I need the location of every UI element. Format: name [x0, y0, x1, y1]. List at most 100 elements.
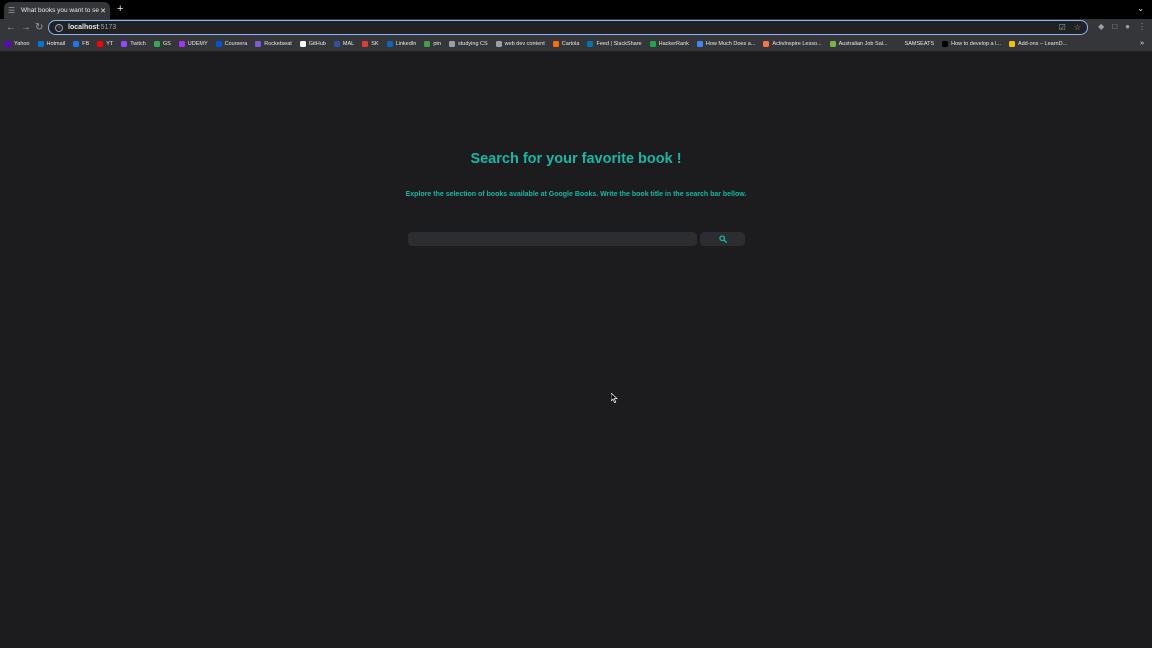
- sk-icon: [362, 41, 369, 47]
- bookmark-label: web dev content: [504, 41, 545, 47]
- twitch-icon: [121, 41, 128, 47]
- bookmark-item[interactable]: SAMSEATS: [895, 41, 934, 47]
- bookmark-label: Yahoo: [14, 41, 30, 47]
- share-icon[interactable]: ☑: [1059, 23, 1066, 32]
- ptn-icon: [424, 41, 431, 47]
- menu-icon[interactable]: ⋮: [1138, 22, 1146, 31]
- tab-strip: ☰ What books you want to search ✕ + ⌄: [0, 0, 1152, 19]
- bookmark-item[interactable]: Hotmail: [37, 41, 66, 47]
- coursera-icon: [215, 41, 222, 47]
- bookmarks-bar: Yahoo Hotmail FB YT Twitch GS UDEMY Coursera Roc…: [0, 37, 1152, 52]
- activinspire-icon: [763, 41, 770, 47]
- bookmark-item[interactable]: ptn: [424, 41, 441, 47]
- bookmark-item[interactable]: SK: [362, 41, 379, 47]
- folder-icon: [495, 41, 502, 47]
- tab-title: What books you want to search: [21, 7, 99, 14]
- back-icon[interactable]: ←: [6, 22, 16, 34]
- page-icon: [696, 41, 703, 47]
- bookmark-label: Twitch: [130, 41, 146, 47]
- gs-icon: [153, 41, 160, 47]
- hotmail-icon: [37, 41, 44, 47]
- mouse-cursor-icon: [611, 393, 618, 403]
- bookmark-label: Feed | SlackShare: [596, 41, 642, 47]
- hackerrank-icon: [649, 41, 656, 47]
- url-port: :5173: [98, 24, 117, 31]
- side-panel-icon[interactable]: □: [1112, 22, 1117, 31]
- bookmark-label: Cartola: [561, 41, 580, 47]
- linkedin-icon: [386, 41, 393, 47]
- bookmark-label: HackerRank: [658, 41, 689, 47]
- profile-icon[interactable]: ●: [1125, 22, 1130, 31]
- search-button[interactable]: [700, 232, 745, 246]
- bookmark-item[interactable]: Coursera: [215, 41, 248, 47]
- browser-tab[interactable]: ☰ What books you want to search ✕: [4, 2, 110, 19]
- search-icon: [718, 235, 727, 243]
- bookmark-label: Hotmail: [46, 41, 66, 47]
- develop-icon: [942, 41, 949, 47]
- bookmark-item[interactable]: HackerRank: [649, 41, 689, 47]
- browser-toolbar: ← → ↻ i localhost :5173 ☑ ☆ ◆ □ ● ⋮: [0, 19, 1152, 37]
- bookmark-item[interactable]: YT: [97, 41, 113, 47]
- bookmark-item[interactable]: Feed | SlackShare: [587, 41, 642, 47]
- page-subtitle: Explore the selection of books available…: [405, 191, 747, 198]
- bookmark-label: Australian Job Sal...: [838, 41, 888, 47]
- mal-icon: [333, 41, 340, 47]
- address-bar[interactable]: i localhost :5173 ☑ ☆: [48, 20, 1088, 35]
- bookmark-item[interactable]: How Much Does a...: [696, 41, 756, 47]
- bookmark-item[interactable]: Yahoo: [5, 41, 30, 47]
- cartola-icon: [552, 41, 559, 47]
- bookmark-label: SK: [371, 41, 379, 47]
- chart-icon: [1008, 41, 1015, 47]
- bookmark-item[interactable]: UDEMY: [178, 41, 208, 47]
- bookmark-label: Add-ons – LearnD...: [1017, 41, 1068, 47]
- extensions-icon[interactable]: ◆: [1098, 22, 1104, 31]
- bookmark-label: GS: [162, 41, 171, 47]
- bookmark-item[interactable]: Cartola: [552, 41, 580, 47]
- bookmark-item[interactable]: Rocketseat: [255, 41, 292, 47]
- bookmark-item[interactable]: GS: [153, 41, 171, 47]
- rocketseat-icon: [255, 41, 262, 47]
- bookmark-label: ActivInspire Lesso...: [772, 41, 822, 47]
- facebook-icon: [73, 41, 80, 47]
- bookmark-item[interactable]: FB: [73, 41, 89, 47]
- bookmark-label: LinkedIn: [395, 41, 417, 47]
- bookmark-label: GitHub: [308, 41, 326, 47]
- bookmarks-overflow-icon[interactable]: »: [1140, 40, 1144, 47]
- bookmark-item[interactable]: Australian Job Sal...: [829, 41, 888, 47]
- chevron-down-icon[interactable]: ⌄: [1137, 4, 1144, 13]
- bookmark-item[interactable]: GitHub: [299, 41, 326, 47]
- info-icon[interactable]: i: [55, 23, 63, 32]
- bookmark-label: ptn: [433, 41, 442, 47]
- reload-icon[interactable]: ↻: [35, 22, 43, 34]
- main-content: Search for your favorite book ! Explore …: [0, 52, 1152, 648]
- bookmark-label: How Much Does a...: [705, 41, 756, 47]
- wifi-favicon-icon: ☰: [8, 5, 16, 15]
- bookmark-label: How to develop a l...: [951, 41, 1001, 47]
- bookmark-item[interactable]: Twitch: [121, 41, 146, 47]
- bookmark-item[interactable]: How to develop a l...: [942, 41, 1001, 47]
- bookmark-item[interactable]: web dev content: [495, 41, 545, 47]
- folder-icon: [449, 41, 456, 47]
- bookmark-label: YT: [106, 41, 114, 47]
- bookmark-label: Rocketseat: [264, 41, 292, 47]
- search-input[interactable]: [408, 232, 697, 246]
- close-tab-icon[interactable]: ✕: [100, 7, 106, 15]
- bookmark-item[interactable]: ActivInspire Lesso...: [763, 41, 822, 47]
- udemy-icon: [178, 41, 185, 47]
- youtube-icon: [97, 41, 104, 47]
- star-icon[interactable]: ☆: [1074, 23, 1081, 32]
- bookmark-label: Coursera: [224, 41, 248, 47]
- bookmark-label: studying CS: [458, 41, 488, 47]
- bookmark-item[interactable]: studying CS: [449, 41, 488, 47]
- samseats-icon: [895, 41, 902, 47]
- yahoo-icon: [5, 41, 11, 47]
- bookmark-item[interactable]: MAL: [333, 41, 354, 47]
- forward-icon[interactable]: →: [21, 22, 31, 34]
- url-host: localhost: [68, 24, 99, 31]
- page-title: Search for your favorite book !: [470, 151, 682, 167]
- bookmark-label: FB: [82, 41, 90, 47]
- slideshare-icon: [587, 41, 594, 47]
- bookmark-item[interactable]: LinkedIn: [386, 41, 417, 47]
- new-tab-icon[interactable]: +: [117, 3, 123, 15]
- bookmark-item[interactable]: Add-ons – LearnD...: [1008, 41, 1068, 47]
